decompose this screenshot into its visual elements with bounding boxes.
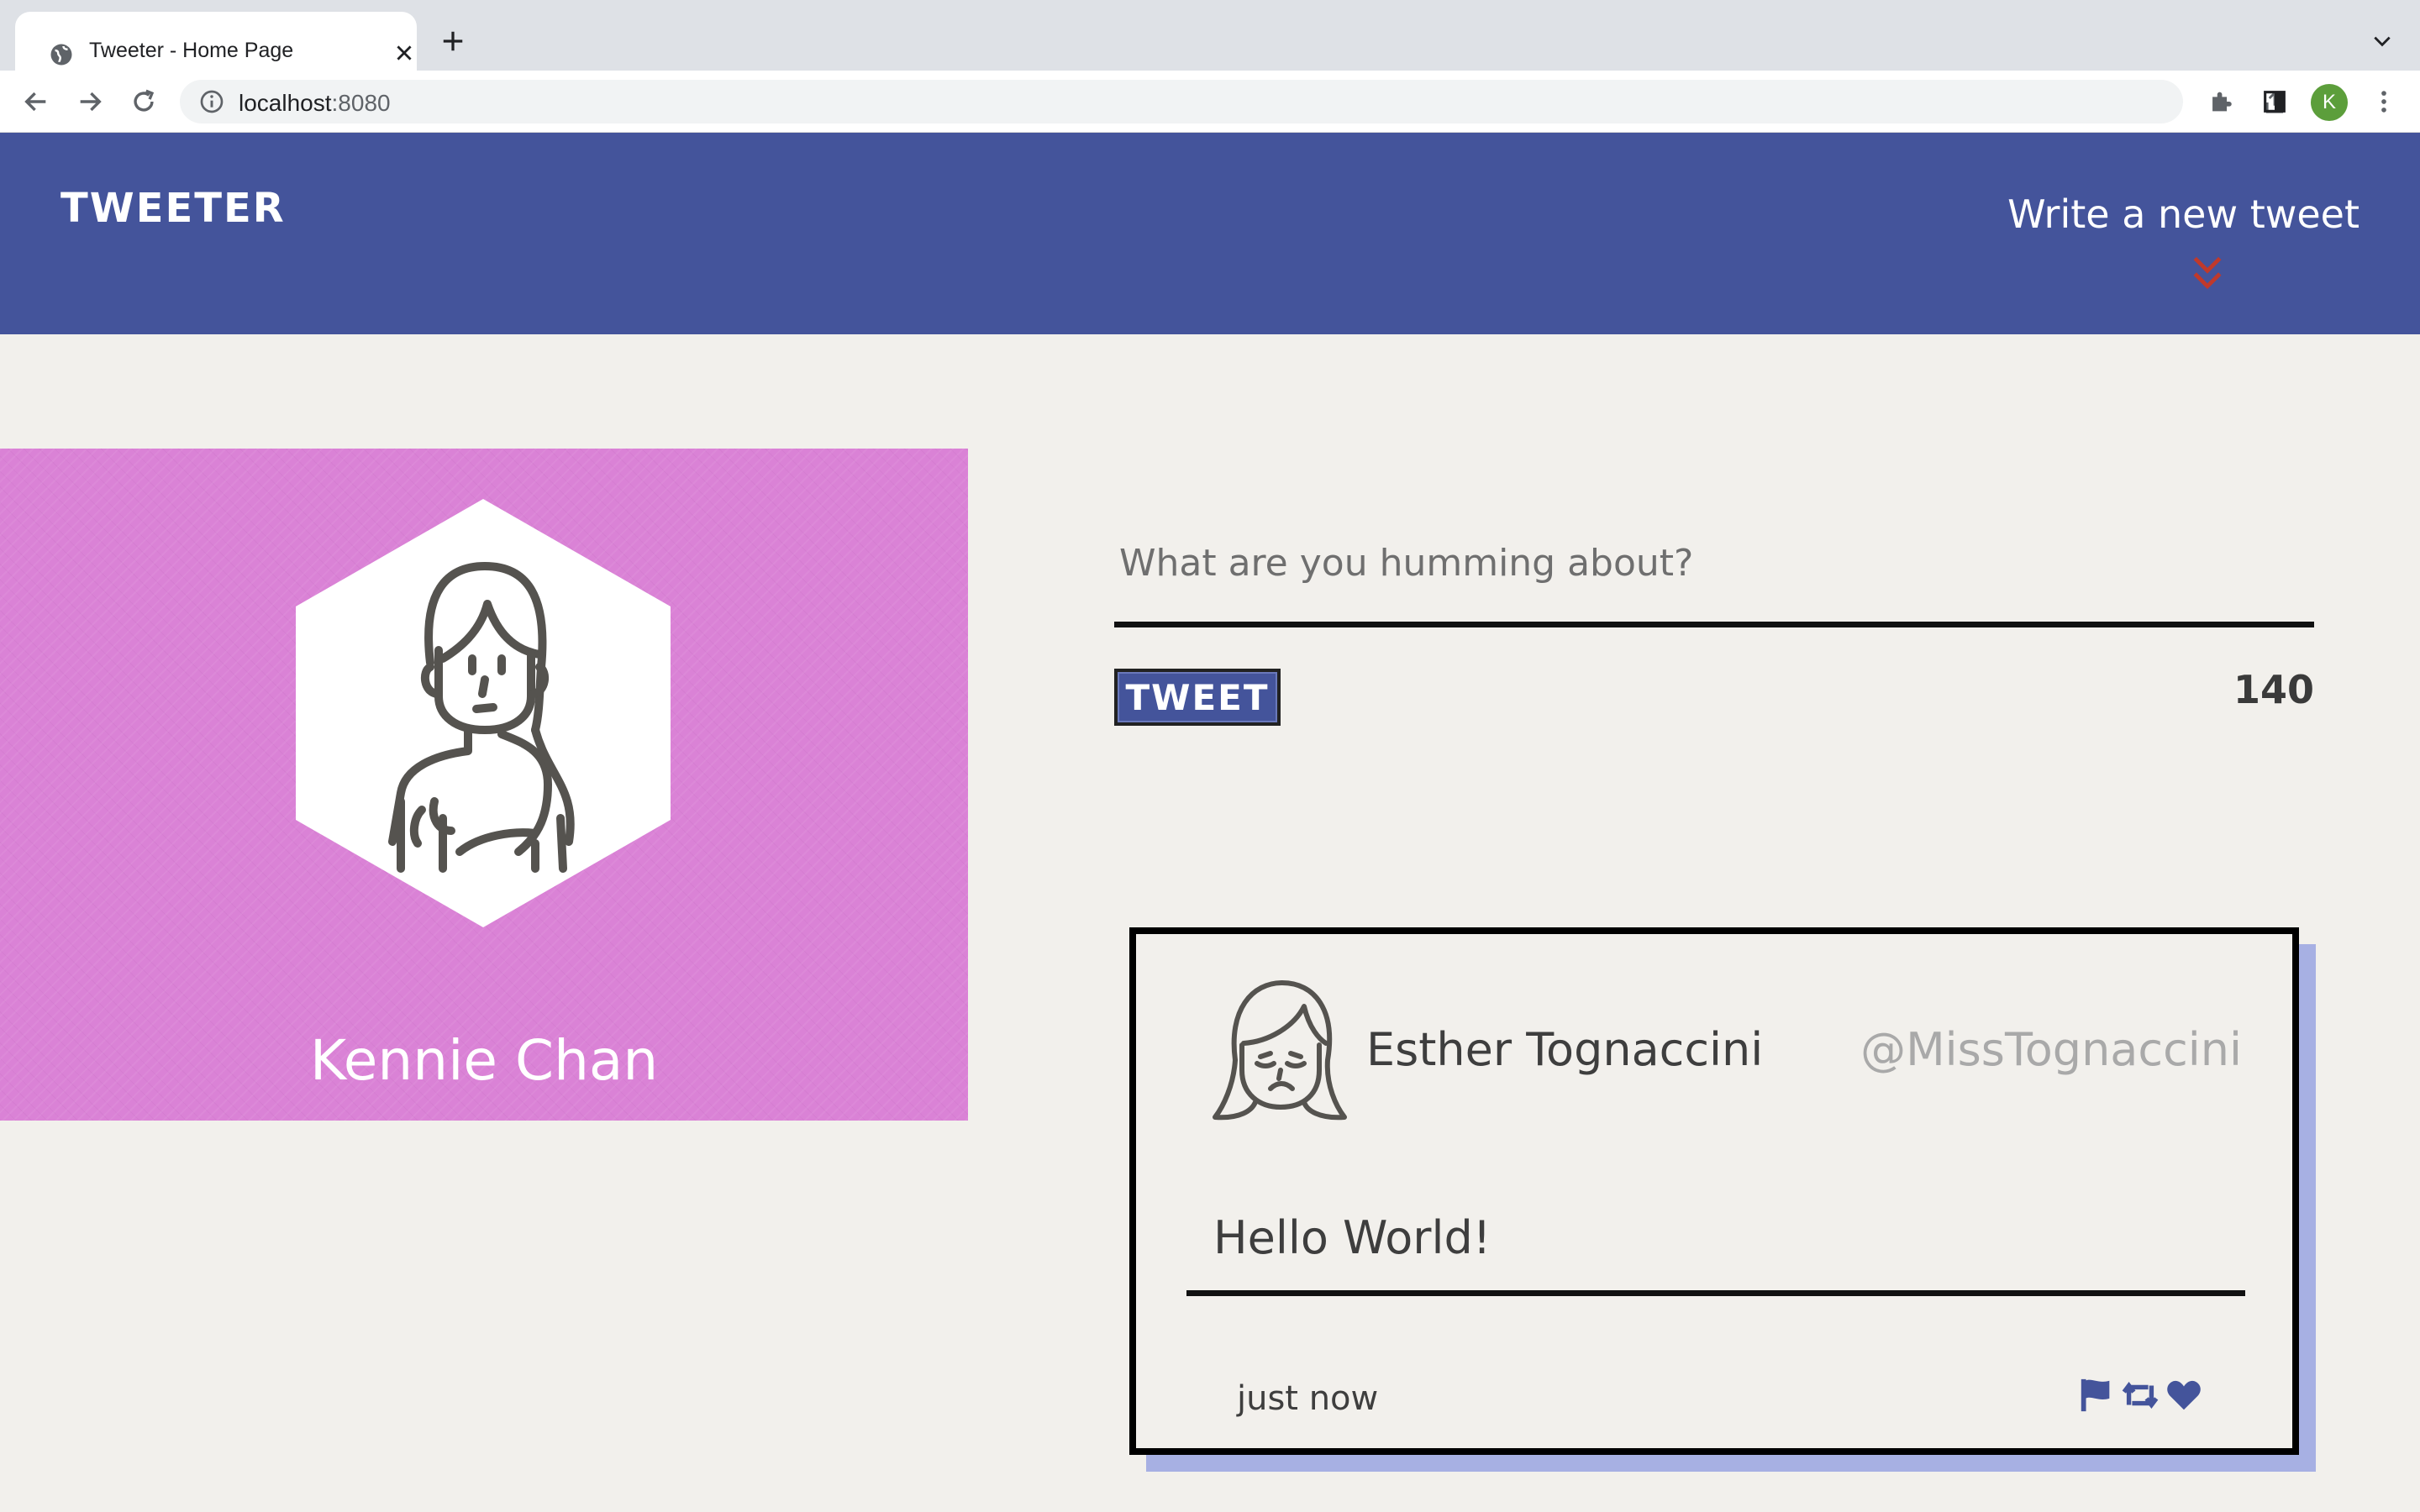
tweet-author-name: Esther Tognaccini: [1366, 1023, 1764, 1076]
new-tab-plus-icon[interactable]: [440, 29, 466, 54]
double-chevron-down-icon[interactable]: [2188, 254, 2227, 294]
browser-toolbar: localhost:8080 K: [0, 71, 2420, 133]
address-bar[interactable]: localhost:8080: [180, 80, 2341, 123]
profile-name: Kennie Chan: [309, 1028, 659, 1093]
side-panel-icon[interactable]: [2260, 87, 2289, 116]
profile-avatar-icon: [296, 499, 671, 927]
forward-arrow-icon[interactable]: [76, 87, 104, 116]
tab-title: Tweeter - Home Page: [89, 39, 294, 62]
flag-icon[interactable]: [2077, 1376, 2116, 1415]
app-logo[interactable]: TWEETER: [60, 185, 286, 232]
tweet-author-handle: @MissTognaccini: [1860, 1023, 2242, 1076]
url-port: :8080: [331, 90, 391, 116]
chevron-down-icon[interactable]: [2371, 32, 2393, 50]
user-avatar-icon: [1213, 980, 1347, 1121]
back-arrow-icon[interactable]: [22, 87, 50, 116]
tweet-submit-button[interactable]: TWEET: [1114, 669, 1281, 726]
url-text: localhost:8080: [239, 90, 391, 117]
tweet-timestamp: just now: [1237, 1379, 1379, 1418]
tweet-divider: [1186, 1290, 2245, 1296]
app-header: TWEETER Write a new tweet: [0, 133, 2420, 334]
char-counter: 140: [2233, 667, 2314, 712]
close-icon[interactable]: [393, 42, 415, 64]
tweet-text-input[interactable]: [1116, 521, 2314, 605]
profile-card: Kennie Chan: [0, 449, 968, 1121]
browser-tab-strip: Tweeter - Home Page: [0, 0, 2420, 71]
kebab-menu-icon[interactable]: [2370, 87, 2398, 116]
compose-underline: [1114, 622, 2314, 627]
info-icon[interactable]: [198, 88, 225, 115]
write-new-tweet-link[interactable]: Write a new tweet: [2007, 192, 2360, 237]
retweet-icon[interactable]: [2121, 1376, 2160, 1415]
profile-avatar[interactable]: K: [2311, 84, 2348, 121]
globe-icon: [50, 44, 72, 66]
browser-tab[interactable]: Tweeter - Home Page: [15, 12, 417, 71]
tweet-card: Esther Tognaccini @MissTognaccini Hello …: [1129, 927, 2299, 1455]
tweet-actions: [2077, 1376, 2203, 1418]
url-host: localhost: [239, 90, 332, 116]
extensions-puzzle-icon[interactable]: [2207, 87, 2235, 116]
tweet-body: Hello World!: [1213, 1211, 1491, 1264]
heart-icon[interactable]: [2165, 1376, 2203, 1415]
reload-icon[interactable]: [129, 87, 158, 116]
